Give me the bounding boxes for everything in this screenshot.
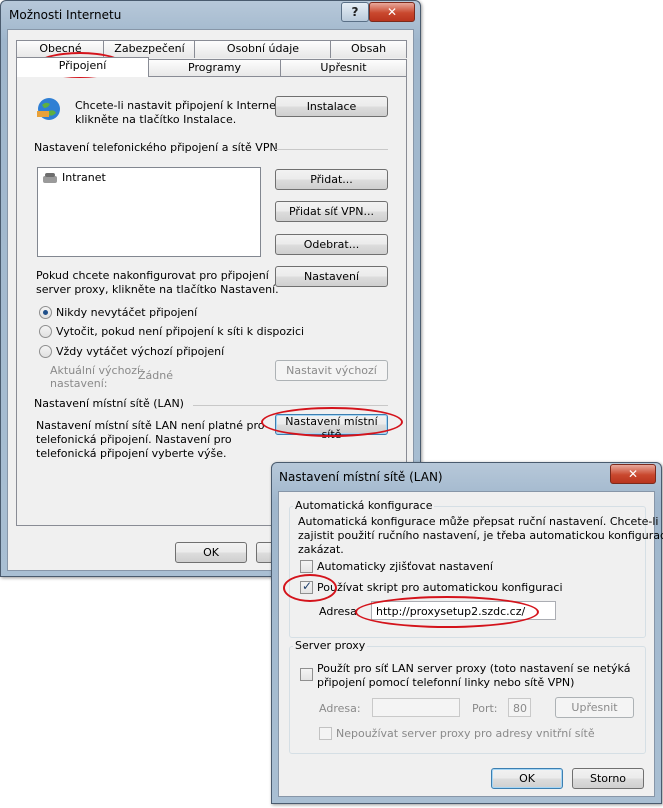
lan-text-line3: telefonická připojení vyberte výše. [36, 447, 227, 460]
tab-content[interactable]: Obsah [330, 40, 407, 58]
setup-text-line1: Chcete-li nastavit připojení k Internetu… [75, 99, 291, 112]
setup-text-line2: klikněte na tlačítko Instalace. [75, 113, 237, 126]
window-title: Možnosti Internetu [9, 8, 122, 22]
help-button[interactable]: ? [341, 2, 369, 22]
remove-button[interactable]: Odebrat... [275, 234, 388, 255]
lan-settings-window: Nastavení místní sítě (LAN) ✕ Automatick… [271, 462, 663, 804]
lan-close-button[interactable]: ✕ [610, 464, 656, 484]
dialup-connection-icon [43, 173, 57, 183]
use-script-checkbox[interactable]: ✓ [300, 579, 313, 594]
proxy-server-group-label: Server proxy [293, 639, 368, 652]
tab-security[interactable]: Zabezpečení [103, 40, 196, 58]
current-default-label-line2: nastavení: [50, 377, 108, 390]
port-label: Port: [472, 702, 498, 715]
lan-client-area: Automatická konfigurace Automatická konf… [278, 491, 663, 797]
use-script-label: Používat skript pro automatickou konfigu… [317, 581, 563, 594]
connections-list[interactable]: Intranet [37, 167, 261, 257]
radio-always-dial[interactable] [39, 345, 52, 358]
tab-panel-connections: Chcete-li nastavit připojení k Internetu… [16, 76, 407, 526]
script-address-input[interactable]: http://proxysetup2.szdc.cz/ [371, 601, 556, 620]
bypass-local-label: Nepoužívat server proxy pro adresy vnitř… [336, 727, 595, 740]
use-proxy-label-line2: připojení pomocí telefonní linky nebo sí… [317, 676, 575, 689]
radio-never-dial-label: Nikdy nevytáčet připojení [56, 306, 198, 319]
advanced-button[interactable]: Upřesnit [555, 697, 634, 718]
lan-window-title: Nastavení místní sítě (LAN) [279, 470, 443, 484]
radio-never-dial[interactable] [39, 306, 52, 319]
auto-config-text-line3: zakázat. [298, 543, 344, 556]
globe-icon [37, 98, 60, 120]
lan-cancel-button[interactable]: Storno [572, 768, 644, 789]
lan-divider [193, 405, 388, 406]
radio-dial-when-no-network[interactable] [39, 325, 52, 338]
use-proxy-label-line1: Použít pro síť LAN server proxy (toto na… [317, 662, 631, 675]
tab-general[interactable]: Obecné [16, 40, 105, 58]
bypass-local-checkbox[interactable] [319, 727, 332, 740]
settings-button[interactable]: Nastavení [275, 266, 388, 287]
address-label: Adresa [319, 605, 357, 618]
tab-advanced[interactable]: Upřesnit [280, 59, 407, 77]
tab-programs[interactable]: Programy [147, 59, 282, 77]
radio-always-dial-label: Vždy vytáčet výchozí připojení [56, 345, 225, 358]
close-icon: ✕ [386, 5, 398, 19]
lan-text-line1: Nastavení místní sítě LAN není platné pr… [36, 419, 265, 432]
add-vpn-button[interactable]: Přidat síť VPN... [275, 201, 388, 222]
auto-config-text-line2: zajistit použití ručního nastavení, je t… [298, 529, 663, 542]
help-icon: ? [351, 5, 359, 19]
setup-button[interactable]: Instalace [275, 96, 388, 117]
tab-connections[interactable]: Připojení [16, 57, 149, 77]
auto-detect-checkbox[interactable] [300, 560, 313, 573]
auto-config-group-label: Automatická konfigurace [293, 499, 435, 512]
proxy-address-input[interactable] [372, 698, 460, 717]
lan-ok-button[interactable]: OK [491, 768, 563, 789]
dialup-section-label: Nastavení telefonického připojení a sítě… [34, 141, 278, 154]
lan-text-line2: telefonická připojení. Nastavení pro [36, 433, 232, 446]
proxy-address-label: Adresa: [319, 702, 361, 715]
add-button[interactable]: Přidat... [275, 169, 388, 190]
tab-privacy[interactable]: Osobní údaje [194, 40, 332, 58]
lan-section-label: Nastavení místní sítě (LAN) [34, 397, 184, 410]
auto-config-text-line1: Automatická konfigurace může přepsat ruč… [298, 515, 659, 528]
lan-settings-button[interactable]: Nastavení místní sítě [275, 414, 388, 441]
close-button[interactable]: ✕ [369, 2, 415, 22]
auto-detect-label: Automaticky zjišťovat nastavení [317, 560, 493, 573]
radio-dial-when-no-network-label: Vytočit, pokud není připojení k síti k d… [56, 325, 305, 338]
checkmark-icon: ✓ [302, 579, 313, 593]
proxy-text-line2: server proxy, klikněte na tlačítko Nasta… [36, 283, 279, 296]
port-input[interactable]: 80 [508, 698, 531, 717]
use-proxy-checkbox[interactable] [300, 668, 313, 681]
connection-intranet[interactable]: Intranet [62, 171, 106, 184]
ok-button[interactable]: OK [175, 542, 247, 563]
current-default-label-line1: Aktuální výchozí [50, 364, 141, 377]
set-default-button[interactable]: Nastavit výchozí [275, 360, 388, 381]
proxy-text-line1: Pokud chcete nakonfigurovat pro připojen… [36, 269, 269, 282]
dialup-divider [275, 149, 388, 150]
current-default-value: Žádné [138, 369, 173, 382]
close-icon: ✕ [627, 467, 639, 481]
